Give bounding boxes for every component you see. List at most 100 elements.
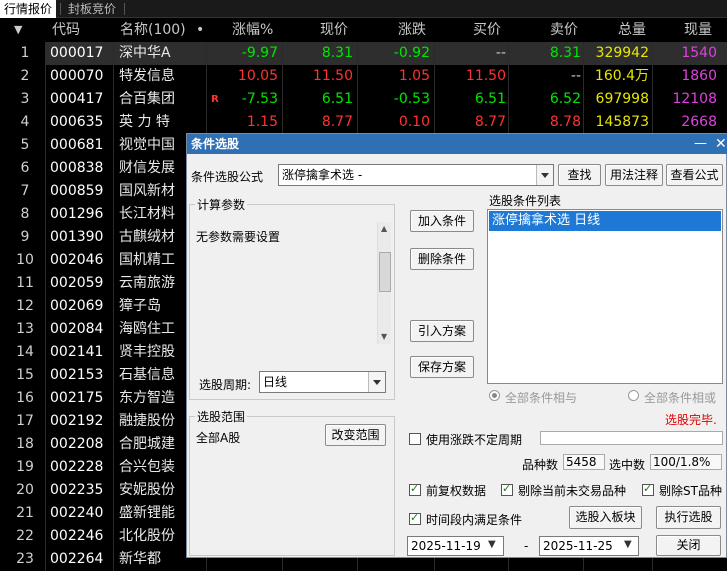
column-divider: [434, 88, 435, 111]
scroll-up-icon[interactable]: ▲: [381, 224, 387, 233]
stock-code: 000838: [50, 160, 104, 176]
ask-price: 8.31: [549, 45, 581, 61]
minimize-icon[interactable]: —: [694, 136, 707, 152]
add-condition-button[interactable]: 加入条件: [410, 210, 474, 232]
stock-code: 002192: [50, 413, 104, 429]
stock-code: 000417: [50, 91, 104, 107]
stock-code: 002059: [50, 275, 104, 291]
row-index: 16: [16, 390, 34, 406]
table-row[interactable]: 1 000017 深中华A -9.97 8.31 -0.92 -- 8.31 329942 154…: [0, 42, 727, 65]
dialog-title[interactable]: 条件选股: [187, 134, 727, 154]
tab-quotes[interactable]: 行情报价: [0, 0, 57, 18]
column-divider: [45, 341, 46, 364]
calendar-dropdown-icon[interactable]: ▼: [488, 539, 496, 550]
column-divider: [113, 111, 114, 134]
row-index: 15: [16, 367, 34, 383]
column-divider: [583, 111, 584, 134]
params-scrollbar[interactable]: ▲ ▼: [377, 222, 391, 344]
volume: 329942: [595, 45, 649, 61]
period-select[interactable]: 日线: [259, 371, 386, 393]
add-to-block-button[interactable]: 选股入板块: [569, 506, 642, 529]
usage-notes-button[interactable]: 用法注释: [605, 164, 663, 186]
column-divider: [45, 548, 46, 571]
calendar-dropdown-icon[interactable]: ▼: [624, 539, 632, 550]
tab-auction[interactable]: 封板竞价: [64, 0, 120, 18]
interval-checkbox[interactable]: [409, 511, 421, 525]
import-scheme-button[interactable]: 引入方案: [410, 320, 474, 342]
price: 6.51: [321, 91, 353, 107]
col-header-ask[interactable]: 卖价: [550, 18, 578, 42]
date-to-field[interactable]: 2025-11-25 ▼: [539, 536, 639, 556]
formula-select[interactable]: 涨停擒拿术选 -: [278, 164, 554, 186]
date-from-field[interactable]: 2025-11-19 ▼: [407, 536, 504, 556]
exclude-st-checkbox[interactable]: [642, 482, 654, 496]
column-divider: [282, 42, 283, 65]
bid-price: 6.51: [474, 91, 506, 107]
stock-code: 002264: [50, 551, 104, 567]
table-row[interactable]: 3 000417 合百集团 R -7.53 6.51 -0.53 6.51 6.52 697998…: [0, 88, 727, 111]
col-header-name[interactable]: 名称(100): [120, 18, 186, 42]
column-divider: [434, 42, 435, 65]
col-header-price[interactable]: 现价: [320, 18, 348, 42]
table-header: 代码 名称(100) • 涨幅% 现价 涨跌 买价 卖价 总量 现量 ▼: [0, 18, 727, 42]
col-header-current[interactable]: 现量: [684, 18, 712, 42]
row-index: 7: [20, 183, 30, 199]
radio-and[interactable]: [489, 390, 500, 401]
chevron-down-icon[interactable]: [368, 372, 385, 392]
col-header-bid[interactable]: 买价: [473, 18, 501, 42]
column-divider: [508, 88, 509, 111]
execute-select-button[interactable]: 执行选股: [656, 506, 721, 529]
column-divider: [45, 410, 46, 433]
row-index: 13: [16, 321, 34, 337]
period-label: 选股周期:: [199, 378, 252, 392]
stock-code: 001296: [50, 206, 104, 222]
column-divider: [357, 65, 358, 88]
col-header-code[interactable]: 代码: [52, 18, 80, 42]
stock-name: 深中华A: [119, 45, 171, 61]
condition-list[interactable]: 涨停擒拿术选 日线: [487, 209, 723, 384]
tab-separator: [60, 3, 61, 15]
column-divider: [113, 387, 114, 410]
ask-price: 6.52: [549, 91, 581, 107]
change: 1.05: [398, 68, 430, 84]
table-row[interactable]: 4 000635 英 力 特 1.15 8.77 0.10 8.77 8.78 145873 26…: [0, 111, 727, 134]
formula-label: 条件选股公式: [191, 170, 264, 184]
period-input[interactable]: [540, 431, 723, 445]
find-button[interactable]: 查找: [558, 164, 601, 186]
col-header-pct[interactable]: 涨幅%: [232, 18, 273, 42]
use-period-label: 使用涨跌不定周期: [426, 433, 523, 447]
column-divider: [583, 88, 584, 111]
exclude-untraded-checkbox[interactable]: [501, 482, 513, 496]
pct-change: -9.97: [241, 45, 278, 61]
use-period-checkbox[interactable]: [409, 433, 421, 445]
current-volume: 12108: [672, 91, 717, 107]
close-button[interactable]: 关闭: [656, 535, 721, 556]
row-index: 12: [16, 298, 34, 314]
view-formula-button[interactable]: 查看公式: [666, 164, 723, 186]
condition-list-item[interactable]: 涨停擒拿术选 日线: [489, 211, 721, 231]
stock-code: 002235: [50, 482, 104, 498]
scroll-down-icon[interactable]: ▼: [381, 332, 387, 341]
delete-condition-button[interactable]: 删除条件: [410, 248, 474, 270]
stock-code: 002240: [50, 505, 104, 521]
change-range-button[interactable]: 改变范围: [325, 424, 386, 446]
price: 8.31: [321, 45, 353, 61]
pct-change: -7.53: [241, 91, 278, 107]
save-scheme-button[interactable]: 保存方案: [410, 356, 474, 378]
stock-code: 002246: [50, 528, 104, 544]
column-divider: [508, 42, 509, 65]
scroll-thumb[interactable]: [379, 252, 391, 292]
stock-code: 000070: [50, 68, 104, 84]
stock-code: 001390: [50, 229, 104, 245]
column-divider: [282, 65, 283, 88]
column-divider: [45, 318, 46, 341]
column-divider: [652, 65, 653, 88]
chevron-down-icon[interactable]: [536, 165, 553, 185]
forward-adjust-checkbox[interactable]: [409, 482, 421, 496]
col-header-volume[interactable]: 总量: [618, 18, 646, 42]
col-header-change[interactable]: 涨跌: [398, 18, 426, 42]
column-divider: [113, 295, 114, 318]
table-row[interactable]: 2 000070 特发信息 10.05 11.50 1.05 11.50 -- 160.4万 18…: [0, 65, 727, 88]
close-icon[interactable]: ✕: [715, 134, 727, 154]
radio-or[interactable]: [628, 390, 639, 401]
